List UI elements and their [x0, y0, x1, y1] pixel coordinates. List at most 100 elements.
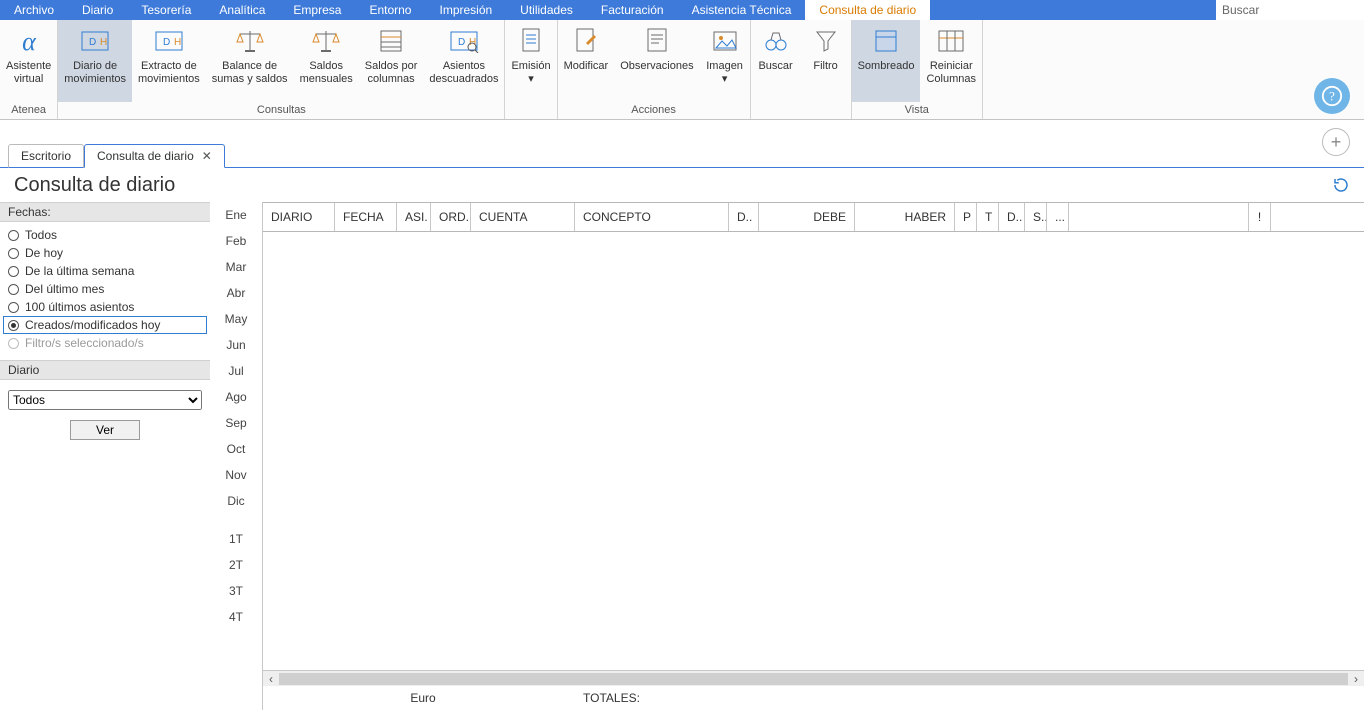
ribbon-label: Saldosmensuales — [300, 60, 353, 85]
column-header-t[interactable]: T — [977, 203, 999, 231]
search-input[interactable]: Buscar — [1216, 0, 1364, 20]
ribbon-imagen[interactable]: Imagen▾ — [700, 20, 750, 102]
ribbon-group-label — [505, 114, 556, 119]
ribbon-diario-de-movimientos[interactable]: DHDiario demovimientos — [58, 20, 132, 102]
column-header-s-[interactable]: S.. — [1025, 203, 1047, 231]
column-header-cuenta[interactable]: CUENTA — [471, 203, 575, 231]
ribbon-label: Diario demovimientos — [64, 60, 126, 85]
dh1-icon: DH — [78, 24, 112, 58]
grid-header: DIARIOFECHAASI.ORD.CUENTACONCEPTOD..DEBE… — [263, 202, 1364, 232]
menu-item-facturaci-n[interactable]: Facturación — [587, 0, 678, 20]
fecha-radio-creados-modificados-hoy[interactable]: Creados/modificados hoy — [3, 316, 207, 334]
column-header-d-[interactable]: D.. — [999, 203, 1025, 231]
column-header-asi-[interactable]: ASI. — [397, 203, 431, 231]
close-icon[interactable]: ✕ — [202, 149, 212, 163]
period-ene[interactable]: Ene — [210, 202, 262, 228]
menu-item-diario[interactable]: Diario — [68, 0, 127, 20]
period-jun[interactable]: Jun — [210, 332, 262, 358]
period-sep[interactable]: Sep — [210, 410, 262, 436]
ribbon-balance-de-sumas-y-saldos[interactable]: Balance desumas y saldos — [206, 20, 294, 102]
grid-body[interactable] — [263, 232, 1364, 670]
column-header--[interactable]: ! — [1249, 203, 1271, 231]
period-dic[interactable]: Dic — [210, 488, 262, 514]
menu-item-tesorer-a[interactable]: Tesorería — [127, 0, 205, 20]
menu-item-asistencia-t-cnica[interactable]: Asistencia Técnica — [678, 0, 806, 20]
menu-item-anal-tica[interactable]: Analítica — [205, 0, 279, 20]
period-1t[interactable]: 1T — [210, 526, 262, 552]
ribbon-label: Asientosdescuadrados — [429, 60, 498, 85]
column-header--[interactable]: ... — [1047, 203, 1069, 231]
period-mar[interactable]: Mar — [210, 254, 262, 280]
period-jul[interactable]: Jul — [210, 358, 262, 384]
ver-button[interactable]: Ver — [70, 420, 140, 440]
funnel-icon — [809, 24, 843, 58]
scroll-left-arrow[interactable]: ‹ — [263, 672, 279, 686]
ribbon-saldos-mensuales[interactable]: Saldosmensuales — [294, 20, 359, 102]
tab-escritorio[interactable]: Escritorio — [8, 144, 84, 168]
menu-item-archivo[interactable]: Archivo — [0, 0, 68, 20]
menu-item-entorno[interactable]: Entorno — [355, 0, 425, 20]
ribbon-asientos-descuadrados[interactable]: DHAsientosdescuadrados — [423, 20, 504, 102]
ribbon-label: Imagen▾ — [706, 60, 743, 85]
column-header-diario[interactable]: DIARIO — [263, 203, 335, 231]
menu-item-empresa[interactable]: Empresa — [279, 0, 355, 20]
fecha-radio-del-ltimo-mes[interactable]: Del último mes — [8, 280, 202, 298]
column-header-concepto[interactable]: CONCEPTO — [575, 203, 729, 231]
new-tab-button[interactable]: + — [1322, 128, 1350, 156]
grid-footer: Euro TOTALES: — [263, 686, 1364, 710]
column-header-d-[interactable]: D.. — [729, 203, 759, 231]
footer-totals-label: TOTALES: — [583, 691, 640, 705]
ribbon-group-label: Vista — [852, 102, 982, 119]
radio-bullet-icon — [8, 266, 19, 277]
column-header-p[interactable]: P — [955, 203, 977, 231]
period-may[interactable]: May — [210, 306, 262, 332]
ribbon-label: Buscar — [758, 60, 792, 73]
ribbon-saldos-por-columnas[interactable]: Saldos porcolumnas — [359, 20, 424, 102]
period-abr[interactable]: Abr — [210, 280, 262, 306]
period-4t[interactable]: 4T — [210, 604, 262, 630]
ribbon-sombreado[interactable]: Sombreado — [852, 20, 921, 102]
fecha-radio-todos[interactable]: Todos — [8, 226, 202, 244]
tab-consulta-de-diario[interactable]: Consulta de diario✕ — [84, 144, 225, 168]
period-oct[interactable]: Oct — [210, 436, 262, 462]
period-3t[interactable]: 3T — [210, 578, 262, 604]
dh2-icon: DH — [152, 24, 186, 58]
period-nov[interactable]: Nov — [210, 462, 262, 488]
grid-area: DIARIOFECHAASI.ORD.CUENTACONCEPTOD..DEBE… — [262, 202, 1364, 710]
ribbon-buscar[interactable]: Buscar — [751, 20, 801, 114]
menu-item-consulta-de-diario[interactable]: Consulta de diario — [805, 0, 930, 20]
help-icon[interactable]: ? — [1314, 78, 1350, 114]
column-header-haber[interactable]: HABER — [855, 203, 955, 231]
column-header-ord-[interactable]: ORD. — [431, 203, 471, 231]
page-icon — [869, 24, 903, 58]
radio-label: De la última semana — [25, 264, 134, 278]
column-header-blank[interactable] — [1069, 203, 1249, 231]
grid-horizontal-scrollbar[interactable]: ‹ › — [263, 670, 1364, 686]
period-2t[interactable]: 2T — [210, 552, 262, 578]
radio-bullet-icon — [8, 284, 19, 295]
scroll-track[interactable] — [279, 673, 1348, 685]
ribbon-reiniciar-columnas[interactable]: ReiniciarColumnas — [920, 20, 982, 102]
period-ago[interactable]: Ago — [210, 384, 262, 410]
svg-text:α: α — [22, 27, 37, 56]
column-header-fecha[interactable]: FECHA — [335, 203, 397, 231]
scroll-right-arrow[interactable]: › — [1348, 672, 1364, 686]
diario-select[interactable]: Todos — [8, 390, 202, 410]
ribbon-emisi-n[interactable]: Emisión▾ — [505, 20, 556, 114]
period-feb[interactable]: Feb — [210, 228, 262, 254]
menu-item-impresi-n[interactable]: Impresión — [425, 0, 506, 20]
ribbon-modificar[interactable]: Modificar — [558, 20, 615, 102]
svg-text:D: D — [458, 37, 465, 48]
sheet1-icon — [374, 24, 408, 58]
ribbon-observaciones[interactable]: Observaciones — [614, 20, 699, 102]
ribbon-extracto-de-movimientos[interactable]: DHExtracto demovimientos — [132, 20, 206, 102]
fecha-radio-100-ltimos-asientos[interactable]: 100 últimos asientos — [8, 298, 202, 316]
scales2-icon — [309, 24, 343, 58]
ribbon-asistente-virtual[interactable]: αAsistentevirtual — [0, 20, 57, 102]
menu-item-utilidades[interactable]: Utilidades — [506, 0, 587, 20]
fecha-radio-de-hoy[interactable]: De hoy — [8, 244, 202, 262]
fecha-radio-de-la-ltima-semana[interactable]: De la última semana — [8, 262, 202, 280]
refresh-icon[interactable] — [1332, 176, 1350, 199]
column-header-debe[interactable]: DEBE — [759, 203, 855, 231]
ribbon-filtro[interactable]: Filtro — [801, 20, 851, 114]
